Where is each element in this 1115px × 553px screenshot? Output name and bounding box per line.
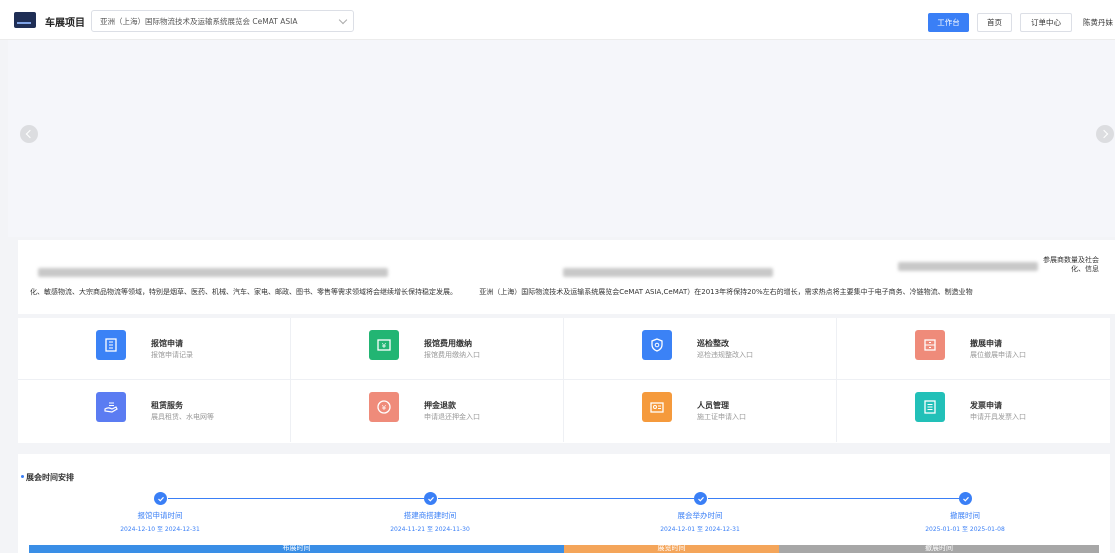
tile-title: 人员管理 bbox=[697, 401, 729, 410]
chevron-right-icon[interactable] bbox=[1096, 125, 1114, 143]
step-date: 2025-01-01 至 2025-01-08 bbox=[925, 526, 1005, 533]
intro-text-segment: 亚洲（上海）国际物流技术及运输系统展览会CeMAT ASIA,CeMAT）在20… bbox=[479, 288, 973, 296]
tile-title: 租赁服务 bbox=[151, 401, 183, 410]
check-icon bbox=[694, 492, 707, 505]
tile-title: 报馆费用缴纳 bbox=[424, 339, 472, 348]
step-label: 搭建商搭建时间 bbox=[403, 511, 457, 520]
check-icon bbox=[959, 492, 972, 505]
svg-text:¥: ¥ bbox=[382, 342, 387, 350]
check-icon bbox=[154, 492, 167, 505]
service-tile-invoice-application[interactable]: 发票申请 申请开具发票入口 bbox=[837, 380, 1110, 442]
chevron-down-icon bbox=[338, 15, 348, 25]
id-card-icon bbox=[642, 392, 672, 422]
timeline-connector bbox=[168, 498, 424, 499]
svg-text:¥: ¥ bbox=[382, 404, 387, 412]
service-tile-inspection-rectification[interactable]: 巡检整改 巡检违规整改入口 bbox=[564, 318, 837, 380]
phase-bar-exhibition: 展览时间 bbox=[564, 545, 779, 553]
step-date: 2024-12-01 至 2024-12-31 bbox=[660, 526, 740, 533]
intro-text-line: 化、敏感物流、大宗商品物流等领域，特别是烟草、医药、机械、汽车、家电、邮政、图书… bbox=[30, 287, 1100, 297]
service-tile-withdrawal-application[interactable]: 撤展申请 展位撤展申请入口 bbox=[837, 318, 1110, 380]
exhibition-schedule: 展会时间安排 报馆申请时间 搭建商搭建时间 展会举办时间 撤展时间 2024-1… bbox=[18, 454, 1110, 553]
service-tile-booth-application[interactable]: 报馆申请 报馆申请记录 bbox=[18, 318, 291, 380]
tile-subtitle: 申请退还押金入口 bbox=[424, 413, 480, 421]
service-tile-rental-service[interactable]: 租赁服务 展具租赁、水电网等 bbox=[18, 380, 291, 442]
phase-bar-setup: 布展时间 bbox=[29, 545, 564, 553]
banner-carousel bbox=[8, 40, 1115, 237]
tile-title: 巡检整改 bbox=[697, 339, 729, 348]
intro-text-fragment: 参展商数量及社会化、信息 bbox=[1043, 256, 1099, 273]
refund-icon: ¥ bbox=[369, 392, 399, 422]
service-tile-booth-fee-payment[interactable]: ¥ 报馆费用缴纳 报馆费用缴纳入口 bbox=[291, 318, 564, 380]
building-icon bbox=[96, 330, 126, 360]
tile-subtitle: 展位撤展申请入口 bbox=[970, 351, 1026, 359]
invoice-icon bbox=[915, 392, 945, 422]
tile-subtitle: 施工证申请入口 bbox=[697, 413, 746, 421]
intro-text-segment: 化、敏感物流、大宗商品物流等领域，特别是烟草、医药、机械、汽车、家电、邮政、图书… bbox=[30, 288, 457, 296]
timeline-connector bbox=[708, 498, 964, 499]
check-icon bbox=[424, 492, 437, 505]
project-select[interactable]: 亚洲（上海）国际物流技术及运输系统展览会 CeMAT ASIA bbox=[91, 10, 354, 32]
blurred-text bbox=[563, 268, 773, 277]
app-title: 车展项目 bbox=[45, 18, 85, 29]
step-label: 撤展时间 bbox=[950, 511, 980, 520]
tile-subtitle: 申请开具发票入口 bbox=[970, 413, 1026, 421]
tile-title: 押金退款 bbox=[424, 401, 456, 410]
order-center-button[interactable]: 订单中心 bbox=[1020, 13, 1072, 32]
cabinet-icon bbox=[915, 330, 945, 360]
exhibition-intro: 参展商数量及社会化、信息 化、敏感物流、大宗商品物流等领域，特别是烟草、医药、机… bbox=[18, 240, 1115, 314]
tile-title: 报馆申请 bbox=[151, 339, 183, 348]
home-button[interactable]: 首页 bbox=[977, 13, 1012, 32]
step-date: 2024-11-21 至 2024-11-30 bbox=[390, 526, 470, 533]
step-label: 报馆申请时间 bbox=[137, 511, 183, 520]
phase-bar-withdrawal: 撤展时间 bbox=[779, 545, 1099, 553]
tile-title: 撤展申请 bbox=[970, 339, 1002, 348]
hand-coin-icon bbox=[96, 392, 126, 422]
top-header: 车展项目 亚洲（上海）国际物流技术及运输系统展览会 CeMAT ASIA 工作台… bbox=[0, 0, 1115, 40]
user-name[interactable]: 陈黄丹妹 bbox=[1083, 17, 1113, 28]
tile-subtitle: 巡检违规整改入口 bbox=[697, 351, 753, 359]
schedule-title: 展会时间安排 bbox=[21, 473, 74, 482]
tile-subtitle: 展具租赁、水电网等 bbox=[151, 413, 214, 421]
workbench-button[interactable]: 工作台 bbox=[928, 13, 969, 32]
tile-subtitle: 报馆申请记录 bbox=[151, 351, 193, 359]
timeline-connector bbox=[438, 498, 694, 499]
shield-icon bbox=[642, 330, 672, 360]
services-grid: 报馆申请 报馆申请记录 ¥ 报馆费用缴纳 报馆费用缴纳入口 巡检整改 巡检违规整… bbox=[18, 318, 1110, 443]
service-tile-deposit-refund[interactable]: ¥ 押金退款 申请退还押金入口 bbox=[291, 380, 564, 442]
payment-icon: ¥ bbox=[369, 330, 399, 360]
tile-title: 发票申请 bbox=[970, 401, 1002, 410]
blurred-text bbox=[38, 268, 388, 277]
blurred-text bbox=[898, 262, 1038, 271]
tile-subtitle: 报馆费用缴纳入口 bbox=[424, 351, 480, 359]
chevron-left-icon[interactable] bbox=[20, 125, 38, 143]
step-date: 2024-12-10 至 2024-12-31 bbox=[120, 526, 200, 533]
service-tile-personnel-management[interactable]: 人员管理 施工证申请入口 bbox=[564, 380, 837, 442]
step-label: 展会举办时间 bbox=[677, 511, 723, 520]
project-select-value: 亚洲（上海）国际物流技术及运输系统展览会 CeMAT ASIA bbox=[100, 17, 298, 26]
app-logo[interactable] bbox=[14, 12, 36, 28]
